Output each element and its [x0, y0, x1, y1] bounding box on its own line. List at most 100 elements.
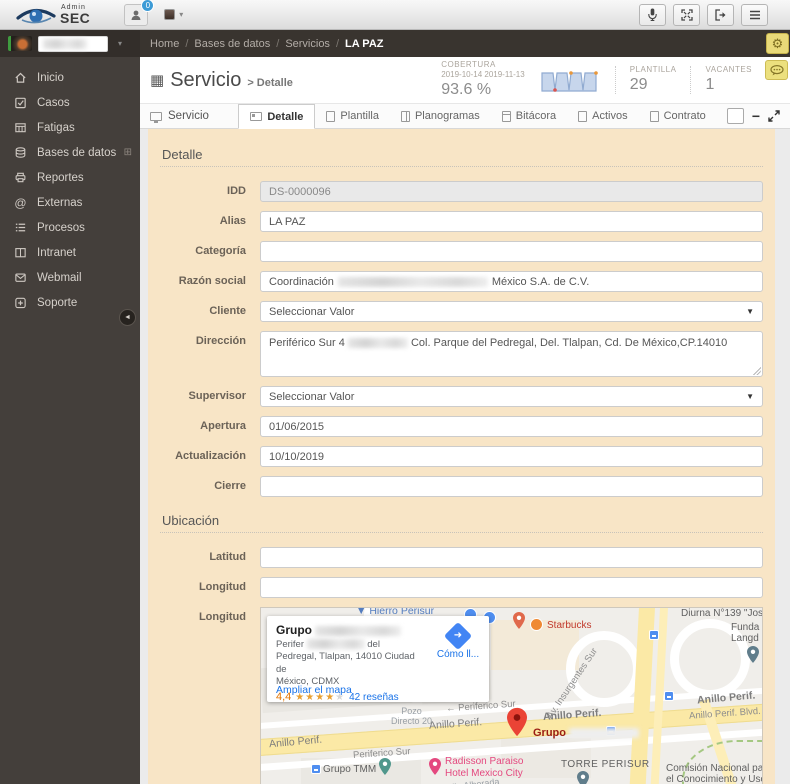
tab-plantilla[interactable]: Plantilla: [315, 104, 390, 128]
map-label-diurna: Diurna N°139 "Jos: [681, 608, 763, 619]
sidebar-item-intranet[interactable]: Intranet: [0, 240, 140, 265]
map-marker-icon[interactable]: [507, 707, 527, 737]
collapse-panel-button[interactable]: −: [752, 109, 760, 123]
google-map-embed[interactable]: ▼ Hierro Perisur Starbucks Diurna N°139 …: [260, 607, 763, 784]
apertura-field[interactable]: [260, 416, 763, 437]
breadcrumb-servicios[interactable]: Servicios: [285, 38, 330, 50]
breadcrumb-separator: /: [185, 37, 189, 50]
redacted-text: [315, 625, 402, 636]
coverage-sparkline: [541, 71, 598, 92]
stat-cobertura: COBERTURA 2019-10-14 2019-11-13 93.6 %: [441, 60, 524, 100]
directions-button[interactable]: Cómo ll...: [436, 621, 480, 660]
sidebar-item-label: Bases de datos: [37, 146, 117, 159]
sidebar-collapse-button[interactable]: ◄: [119, 309, 136, 326]
user-select[interactable]: [38, 35, 108, 52]
breadcrumb-bar: ▾ Home / Bases de datos / Servicios / LA…: [0, 30, 790, 57]
reviews-link[interactable]: 42 reseñas: [349, 692, 398, 703]
plus-square-icon: [15, 297, 26, 309]
file-icon: [326, 110, 336, 122]
stat-label: PLANTILLA: [629, 65, 677, 74]
redacted-text: [337, 276, 488, 287]
check-square-icon: [15, 97, 26, 109]
sidebar-user-area: ▾: [0, 30, 140, 57]
sign-out-button[interactable]: [707, 3, 734, 26]
file-text-icon: [649, 110, 659, 122]
direccion-textarea[interactable]: Periférico Sur 4 Col. Parque del Pedrega…: [260, 331, 763, 377]
calendar-icon: [501, 110, 511, 122]
stat-value: 29: [629, 76, 648, 93]
top-bar: Admin SEC 0 ▾: [0, 0, 790, 30]
microphone-button[interactable]: [639, 3, 666, 26]
sidebar-item-externas[interactable]: @ Externas: [0, 190, 140, 215]
map-label-grupo-tmm: Grupo TMM: [323, 764, 377, 775]
field-label-longitud: Longitud: [198, 581, 246, 593]
avatar[interactable]: [164, 9, 176, 20]
chevron-down-icon: ▼: [746, 392, 754, 401]
menu-button[interactable]: [741, 3, 768, 26]
alias-field[interactable]: [260, 211, 763, 232]
sidebar-item-procesos[interactable]: Procesos: [0, 215, 140, 240]
stats-strip: COBERTURA 2019-10-14 2019-11-13 93.6 % P…: [441, 60, 752, 100]
transit-icon: [649, 630, 659, 640]
display-icon: [150, 111, 162, 123]
direccion-prefix: Periférico Sur 4: [269, 337, 345, 349]
tab-detalle[interactable]: Detalle: [238, 104, 316, 129]
sidebar-item-webmail[interactable]: Webmail: [0, 265, 140, 290]
latitud-field[interactable]: [260, 547, 763, 568]
chevron-down-icon: ▼: [746, 307, 754, 316]
resize-arrows-icon[interactable]: [768, 110, 780, 122]
sidebar-item-soporte[interactable]: Soporte: [0, 290, 140, 315]
tab-bitacora[interactable]: Bitácora: [491, 104, 567, 128]
tab-label: Contrato: [663, 110, 706, 122]
table-icon: ▦: [150, 72, 165, 89]
sidebar-item-reportes[interactable]: Reportes: [0, 165, 140, 190]
sidebar-item-label: Soporte: [37, 296, 78, 309]
field-label-apertura: Apertura: [200, 420, 246, 432]
sidebar-item-label: Casos: [37, 96, 70, 109]
fullscreen-button[interactable]: [673, 3, 700, 26]
comments-button[interactable]: [765, 60, 788, 80]
directions-label: Cómo ll...: [436, 649, 480, 660]
breadcrumb-separator: /: [276, 37, 280, 50]
envelope-icon: [15, 273, 26, 282]
sidebar: Inicio Casos Fatigas Bases de datos ⊞ Re…: [0, 57, 140, 784]
cliente-select[interactable]: Seleccionar Valor ▼: [260, 301, 763, 322]
longitud-field[interactable]: [260, 577, 763, 598]
tab-planogramas[interactable]: Planogramas: [390, 104, 491, 128]
tab-contrato[interactable]: Contrato: [639, 104, 717, 128]
notifications-button[interactable]: 0: [124, 0, 155, 26]
starbucks-icon: [530, 618, 543, 631]
sidebar-item-bases-de-datos[interactable]: Bases de datos ⊞: [0, 140, 140, 165]
sidebar-item-inicio[interactable]: Inicio: [0, 65, 140, 90]
at-sign-icon: @: [14, 195, 27, 210]
map-info-card: Grupo Perifer del Pedregal, Tlalpan, 140…: [267, 616, 489, 703]
categoria-field[interactable]: [260, 241, 763, 262]
chevron-down-icon[interactable]: ▾: [179, 10, 183, 19]
stat-vacantes: VACANTES 1: [705, 65, 752, 95]
map-card-address: Perifer del Pedregal, Tlalpan, 14010 Ciu…: [276, 639, 415, 688]
home-icon: [15, 72, 26, 83]
chat-bubble-icon: [769, 64, 784, 75]
actualizacion-field[interactable]: [260, 446, 763, 467]
sidebar-item-label: Inicio: [37, 71, 64, 84]
chevron-down-icon[interactable]: ▾: [118, 39, 122, 48]
settings-gear-button[interactable]: ⚙: [766, 33, 789, 54]
field-label-longitud-mapa: Longitud: [198, 611, 246, 623]
columns-icon: [15, 248, 26, 258]
tab-activos[interactable]: Activos: [567, 104, 638, 128]
print-icon: [15, 172, 26, 183]
supervisor-select[interactable]: Seleccionar Valor ▼: [260, 386, 763, 407]
cierre-field[interactable]: [260, 476, 763, 497]
razon-social-field[interactable]: Coordinación México S.A. de C.V.: [260, 271, 763, 292]
color-swatch-button[interactable]: [726, 108, 744, 124]
breadcrumb-bases[interactable]: Bases de datos: [194, 38, 270, 50]
breadcrumb-home[interactable]: Home: [150, 38, 179, 50]
breadcrumb-separator: /: [335, 37, 339, 50]
sidebar-item-fatigas[interactable]: Fatigas: [0, 115, 140, 140]
sidebar-item-casos[interactable]: Casos: [0, 90, 140, 115]
redacted-username: [43, 38, 87, 49]
expand-map-link[interactable]: Ampliar el mapa: [276, 684, 352, 696]
panel-title: Servicio: [168, 110, 209, 122]
map-label-grupo: Grupo: [533, 727, 640, 739]
tab-label: Detalle: [267, 110, 304, 123]
